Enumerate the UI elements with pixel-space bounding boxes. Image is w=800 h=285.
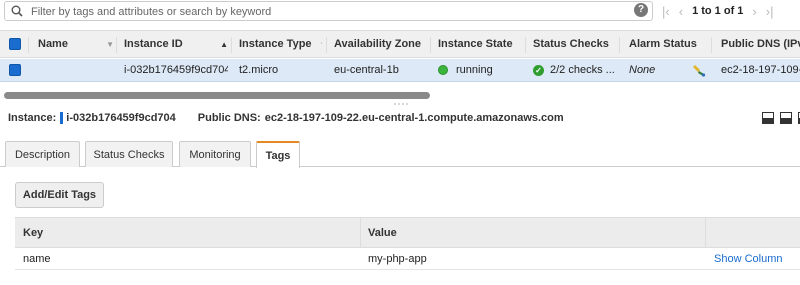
search-input[interactable]	[31, 4, 621, 19]
column-header-key: Key	[23, 226, 44, 239]
details-tabs: Description Status Checks Monitoring Tag…	[0, 140, 800, 168]
cell-instance-type: t2.micro	[239, 64, 279, 76]
pagination: |‹ ‹ 1 to 1 of 1 › ›|	[662, 3, 773, 19]
column-header-alarm-status[interactable]: Alarm Status	[629, 31, 709, 57]
instance-label: Instance:	[8, 112, 57, 124]
row-checkbox[interactable]	[9, 59, 21, 81]
cell-instance-state: running	[438, 59, 520, 81]
page-range-text: 1 to 1 of 1	[692, 5, 744, 17]
column-header-name[interactable]: Name ▼	[38, 31, 114, 57]
cell-name	[38, 59, 114, 81]
pane-resize-handle[interactable]	[394, 103, 412, 106]
tags-table-header: Key Value	[15, 217, 800, 248]
layout-split-icon[interactable]	[780, 112, 792, 124]
column-header-instance-type[interactable]: Instance Type▼	[239, 31, 322, 57]
tab-description[interactable]: Description	[5, 141, 80, 167]
column-header-availability-zone[interactable]: Availability Zone▼	[334, 31, 426, 57]
table-row: name my-php-app Show Column	[15, 248, 800, 270]
tag-key: name	[23, 252, 51, 265]
horizontal-scrollbar[interactable]	[0, 92, 800, 100]
next-page-icon[interactable]: ›	[752, 4, 756, 19]
tab-tags[interactable]: Tags	[256, 141, 300, 168]
prev-page-icon[interactable]: ‹	[679, 4, 683, 19]
pane-layout-controls	[762, 112, 800, 124]
cell-alarm-action[interactable]	[692, 59, 708, 81]
cell-instance-id: i-032b176459f9cd704	[124, 64, 228, 76]
instance-summary: Instance: i-032b176459f9cd704 Public DNS…	[8, 110, 564, 126]
layout-bottom-icon[interactable]	[762, 112, 774, 124]
table-header: Name▼ Instance ID▲ Instance Type▼ Availa…	[0, 30, 800, 58]
column-header-public-dns[interactable]: Public DNS (IPv4	[721, 31, 800, 57]
cell-status-checks: ✓ 2/2 checks ...	[533, 59, 617, 81]
running-status-icon	[438, 65, 448, 75]
sort-icon: ▼	[106, 39, 114, 49]
tab-monitoring[interactable]: Monitoring	[179, 141, 251, 167]
cell-alarm-status: None	[629, 64, 656, 76]
cell-public-dns: ec2-18-197-109-2	[721, 64, 800, 76]
add-edit-tags-button[interactable]: Add/Edit Tags	[15, 182, 104, 208]
filter-toolbar: ? |‹ ‹ 1 to 1 of 1 › ›|	[0, 0, 800, 22]
public-dns-value: ec2-18-197-109-22.eu-central-1.compute.a…	[264, 112, 564, 124]
select-all-checkbox[interactable]	[9, 31, 21, 57]
create-alarm-icon[interactable]	[692, 63, 706, 77]
table-row[interactable]: i-032b176459f9cd704 t2.micro eu-central-…	[0, 59, 800, 82]
show-column-link[interactable]: Show Column	[714, 248, 782, 269]
public-dns-label: Public DNS:	[197, 112, 261, 124]
search-icon	[11, 5, 23, 17]
search-box[interactable]	[4, 1, 653, 21]
column-header-value: Value	[368, 226, 397, 239]
scrollbar-thumb[interactable]	[4, 92, 430, 99]
first-page-icon[interactable]: |‹	[662, 4, 670, 19]
sort-icon: ▲	[220, 39, 228, 49]
column-header-status-checks[interactable]: Status Checks▼	[533, 31, 614, 57]
help-icon[interactable]: ?	[634, 3, 648, 17]
instance-id-value: i-032b176459f9cd704	[66, 112, 176, 124]
cell-availability-zone: eu-central-1b	[334, 64, 399, 76]
check-icon: ✓	[533, 64, 544, 76]
last-page-icon[interactable]: ›|	[766, 4, 774, 19]
sort-icon: ▼	[320, 40, 322, 49]
tag-value: my-php-app	[368, 252, 427, 265]
column-header-instance-id[interactable]: Instance ID ▲	[124, 31, 228, 57]
tab-status-checks[interactable]: Status Checks	[85, 141, 173, 167]
column-header-instance-state[interactable]: Instance State▼	[438, 31, 520, 57]
selected-marker	[60, 112, 64, 124]
